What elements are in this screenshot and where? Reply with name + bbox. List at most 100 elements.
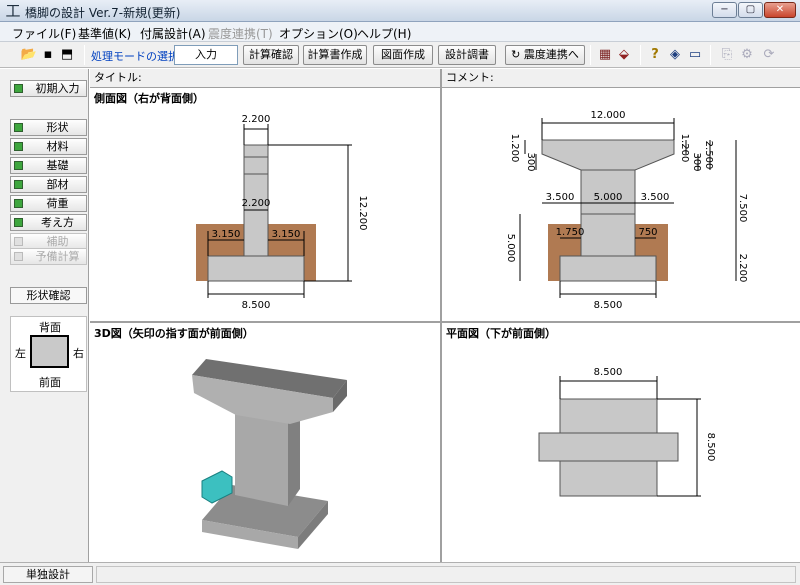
dim-right-offset: 3.500 xyxy=(641,192,670,203)
calc-check-button[interactable]: 計算確認 xyxy=(243,45,299,65)
close-button[interactable]: ✕ xyxy=(764,2,796,18)
column-front xyxy=(235,411,288,506)
card-icon[interactable]: ▭ xyxy=(686,46,704,64)
orientation-right: 右 xyxy=(73,347,84,360)
sidebar-item-2[interactable]: 基礎 xyxy=(10,157,87,174)
status-indicator xyxy=(14,237,23,246)
side-view-title: 側面図（右が背面側） xyxy=(94,92,204,105)
sidebar-item-4[interactable]: 荷重 xyxy=(10,195,87,212)
toolbar-separator xyxy=(590,45,591,65)
menu-item-3: 震度連携(T) xyxy=(208,27,273,41)
3d-view-pane[interactable]: 3D図（矢印の指す面が前面側） xyxy=(90,323,440,562)
tool1-icon[interactable]: ▦ xyxy=(596,46,614,64)
refresh-icon: ⟳ xyxy=(763,47,775,62)
status-indicator xyxy=(14,142,23,151)
menu-item-5[interactable]: ヘルプ(H) xyxy=(357,25,411,42)
beam-plan xyxy=(538,432,679,462)
window-title: 橋脚の設計 Ver.7-新規(更新) xyxy=(25,6,181,20)
dim-cover-left: 1.750 xyxy=(556,227,585,238)
status-indicator xyxy=(14,84,23,93)
minimize-button[interactable]: − xyxy=(712,2,737,18)
orientation-front: 前面 xyxy=(39,376,61,389)
beam xyxy=(541,139,675,171)
plan-view-drawing: 8.500 8.500 xyxy=(538,367,716,497)
dim-right-offset: 3.150 xyxy=(272,229,301,240)
help-icon[interactable]: ? xyxy=(646,46,664,64)
tool2-icon[interactable]: ⬙ xyxy=(615,46,633,64)
status-indicator xyxy=(14,218,23,227)
side-view-pane[interactable]: 2.200 2.200 3.150 3.150 12.200 8.500 側面図… xyxy=(90,88,440,321)
footing xyxy=(207,255,305,282)
dim-left-2: 300 xyxy=(525,152,536,171)
orientation-indicator: 背面 左 右 前面 xyxy=(10,316,87,392)
button-label: 予備計算 xyxy=(35,250,80,263)
drawing-area: タイトル: コメント: 2.200 2.200 3.150 3.150 12.2… xyxy=(90,69,800,562)
sidebar-item-label: 基礎 xyxy=(46,159,69,172)
menu-item-2[interactable]: 付属設計(A) xyxy=(140,25,206,42)
shape-check-label[interactable]: 形状確認 xyxy=(10,287,87,304)
3d-view-title: 3D図（矢印の指す面が前面側） xyxy=(94,327,254,340)
status-indicator xyxy=(14,199,23,208)
dim-top-width: 2.200 xyxy=(242,114,271,125)
sidebar-item-label: 部材 xyxy=(46,178,69,191)
dim-left-height: 5.000 xyxy=(505,234,516,263)
button-label: 初期入力 xyxy=(35,82,80,95)
dim-column: 5.000 xyxy=(594,192,623,203)
dim-column-height: 7.500 xyxy=(737,194,748,223)
copy-icon: ⎘ xyxy=(721,47,733,62)
dim-footing: 8.500 xyxy=(242,300,271,311)
sidebar-item-1[interactable]: 材料 xyxy=(10,138,87,155)
dim-left-offset: 3.150 xyxy=(212,229,241,240)
title-bar: 工 橋脚の設計 Ver.7-新規(更新) − ▢ ✕ xyxy=(0,0,800,22)
status-mode: 単独設計 xyxy=(3,566,93,583)
settings-icon: ⚙ xyxy=(741,47,753,62)
dim-cover-right: 750 xyxy=(638,227,657,238)
toolbar-separator xyxy=(710,45,711,65)
preliminary-calc-button: 予備計算 xyxy=(10,248,87,265)
info-icon[interactable]: ◈ xyxy=(666,46,684,64)
open-folder-icon[interactable]: 📂 xyxy=(20,46,38,64)
sidebar-item-label: 考え方 xyxy=(41,216,74,229)
dim-plan-depth: 8.500 xyxy=(705,433,716,462)
status-indicator xyxy=(14,123,23,132)
sidebar-item-5[interactable]: 考え方 xyxy=(10,214,87,231)
status-indicator xyxy=(14,252,23,261)
plan-view-pane[interactable]: 8.500 8.500 平面図（下が前面側） xyxy=(442,323,800,562)
toolbar: 📂 ▪ ⬒ 処理モードの選択 入力 計算確認 計算書作成 図面作成 設計調書 ↻… xyxy=(0,42,800,68)
front-view-pane[interactable]: 12.000 1.200 300 1.200 300 2.500 3.500 5… xyxy=(442,88,800,321)
menu-item-1[interactable]: 基準値(K) xyxy=(78,25,131,42)
app-icon: 工 xyxy=(5,2,21,20)
dim-left-offset: 3.500 xyxy=(546,192,575,203)
initial-input-button[interactable]: 初期入力 xyxy=(10,80,87,97)
drawing-button[interactable]: 図面作成 xyxy=(373,45,433,65)
seismic-link-button[interactable]: ↻ 震度連携へ xyxy=(505,45,585,65)
mode-select-label: 処理モードの選択 xyxy=(91,50,179,63)
dim-right-3: 2.500 xyxy=(703,141,714,170)
status-indicator xyxy=(14,161,23,170)
status-panel xyxy=(96,566,796,583)
menu-bar: ファイル(F) 基準値(K) 付属設計(A) 震度連携(T) オプション(O) ヘルプ(H… xyxy=(0,22,800,42)
menu-item-0[interactable]: ファイル(F) xyxy=(12,25,76,42)
maximize-button[interactable]: ▢ xyxy=(738,2,763,18)
mode-select-field[interactable]: 入力 xyxy=(174,45,238,65)
sidebar-item-3[interactable]: 部材 xyxy=(10,176,87,193)
design-record-button[interactable]: 設計調書 xyxy=(438,45,496,65)
dim-left-1: 1.200 xyxy=(509,134,520,163)
save-as-icon[interactable]: ⬒ xyxy=(58,46,76,64)
calc-report-button[interactable]: 計算書作成 xyxy=(303,45,367,65)
sidebar-item-0[interactable]: 形状 xyxy=(10,119,87,136)
menu-item-4[interactable]: オプション(O) xyxy=(279,25,358,42)
title-header: タイトル: xyxy=(90,69,440,87)
sidebar-item-label: 補助 xyxy=(46,235,69,248)
sidebar-item-label: 荷重 xyxy=(46,197,69,210)
3d-view-drawing xyxy=(192,359,347,549)
dim-beam-width: 12.000 xyxy=(591,110,626,121)
toolbar-separator xyxy=(640,45,641,65)
orientation-back: 背面 xyxy=(39,321,61,334)
status-bar: 単独設計 xyxy=(0,562,800,585)
column-side xyxy=(288,411,300,506)
pier-footprint-square xyxy=(30,335,69,368)
front-view-drawing: 12.000 1.200 300 1.200 300 2.500 3.500 5… xyxy=(505,110,748,311)
save-icon[interactable]: ▪ xyxy=(39,46,57,64)
toolbar-separator xyxy=(84,45,85,65)
